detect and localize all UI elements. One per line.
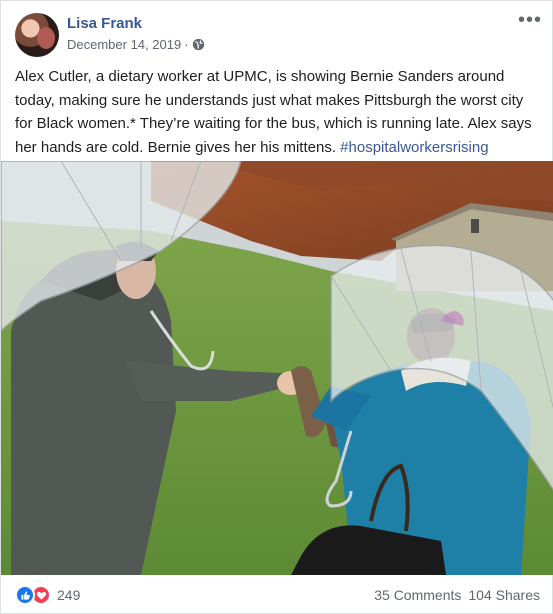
globe-icon[interactable]	[192, 38, 205, 51]
more-options-icon[interactable]: •••	[518, 10, 542, 30]
post-body: Alex Cutler, a dietary worker at UPMC, i…	[15, 65, 540, 159]
like-icon	[15, 585, 35, 605]
reaction-count[interactable]: 249	[57, 587, 80, 603]
post-header: Lisa Frank December 14, 2019 · •••	[1, 1, 553, 65]
post-date[interactable]: December 14, 2019	[67, 37, 181, 52]
post-stats: 35 Comments 104 Shares	[374, 587, 540, 603]
post-meta: December 14, 2019 ·	[67, 37, 205, 52]
author-name[interactable]: Lisa Frank	[67, 15, 142, 32]
shares-count[interactable]: 104 Shares	[468, 587, 540, 603]
post-footer: 249 35 Comments 104 Shares	[1, 579, 553, 614]
photo-illustration	[1, 161, 553, 575]
hashtag-link[interactable]: #hospitalworkersrising	[340, 139, 488, 156]
facebook-post-card: Lisa Frank December 14, 2019 · ••• Alex …	[0, 0, 553, 614]
comments-count[interactable]: 35 Comments	[374, 587, 461, 603]
post-photo[interactable]	[1, 161, 553, 575]
reaction-summary[interactable]: 249	[15, 585, 80, 605]
author-avatar[interactable]	[15, 13, 59, 57]
date-separator: ·	[184, 37, 189, 52]
